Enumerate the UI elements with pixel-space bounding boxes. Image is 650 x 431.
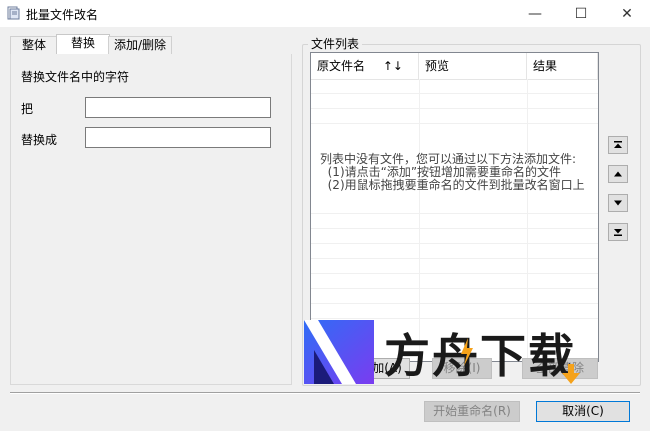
grid-line [311, 123, 598, 124]
move-bottom-icon [614, 229, 622, 236]
move-down-icon [614, 200, 622, 206]
tab-replace[interactable]: 替换 [56, 34, 110, 54]
maximize-icon: ☐ [574, 5, 588, 22]
title-bar: 批量文件改名 — ☐ ✕ [0, 0, 650, 28]
move-top-icon [614, 141, 622, 148]
tab-overall[interactable]: 整体 [10, 36, 58, 54]
grid-line [311, 213, 598, 214]
grid-line [311, 108, 598, 109]
cancel-button[interactable]: 取消(C) [536, 401, 630, 422]
move-top-button[interactable] [608, 136, 628, 154]
file-list-header: 原文件名 ↑↓ 预览 结果 [311, 53, 598, 80]
tab-add-remove[interactable]: 添加/删除 [108, 36, 172, 54]
app-icon [7, 6, 20, 20]
maximize-button[interactable]: ☐ [558, 0, 604, 27]
replace-label: 替换成 [21, 133, 58, 147]
watermark-logo-icon [304, 320, 374, 384]
grid-line [311, 258, 598, 259]
move-up-icon [614, 171, 622, 177]
close-icon: ✕ [621, 5, 633, 22]
empty-list-message: 列表中没有文件，您可以通过以下方法添加文件: (1)请点击“添加”按钮增加需要重… [320, 152, 585, 192]
download-arrow-icon [562, 364, 580, 384]
grid-line [311, 243, 598, 244]
move-down-button[interactable] [608, 194, 628, 212]
column-preview[interactable]: 预览 [419, 53, 527, 79]
grid-line [311, 93, 598, 94]
file-list-title: 文件列表 [308, 35, 363, 52]
close-button[interactable]: ✕ [604, 0, 650, 27]
footer-separator [10, 392, 640, 394]
file-list[interactable]: 原文件名 ↑↓ 预览 结果 列表中没有文件，您可以通过以下方法添加文件: (1)… [310, 52, 599, 362]
sort-icon: ↑↓ [382, 59, 403, 73]
find-input[interactable] [85, 97, 271, 118]
grid-line [311, 303, 598, 304]
minimize-button[interactable]: — [512, 0, 558, 27]
column-result[interactable]: 结果 [527, 53, 598, 79]
replace-heading: 替换文件名中的字符 [21, 70, 130, 84]
grid-line [311, 288, 598, 289]
replace-input[interactable] [85, 127, 271, 148]
grid-line [311, 318, 598, 319]
find-label: 把 [21, 102, 34, 116]
grid-line [311, 273, 598, 274]
watermark-text: 方舟下载 [384, 329, 576, 383]
lightning-icon [461, 338, 473, 366]
grid-line [311, 228, 598, 229]
move-bottom-button[interactable] [608, 223, 628, 241]
start-rename-button[interactable]: 开始重命名(R) [424, 401, 520, 422]
minimize-icon: — [528, 5, 542, 22]
move-up-button[interactable] [608, 165, 628, 183]
column-original-name[interactable]: 原文件名 ↑↓ [311, 53, 419, 79]
window-title: 批量文件改名 [26, 8, 99, 22]
